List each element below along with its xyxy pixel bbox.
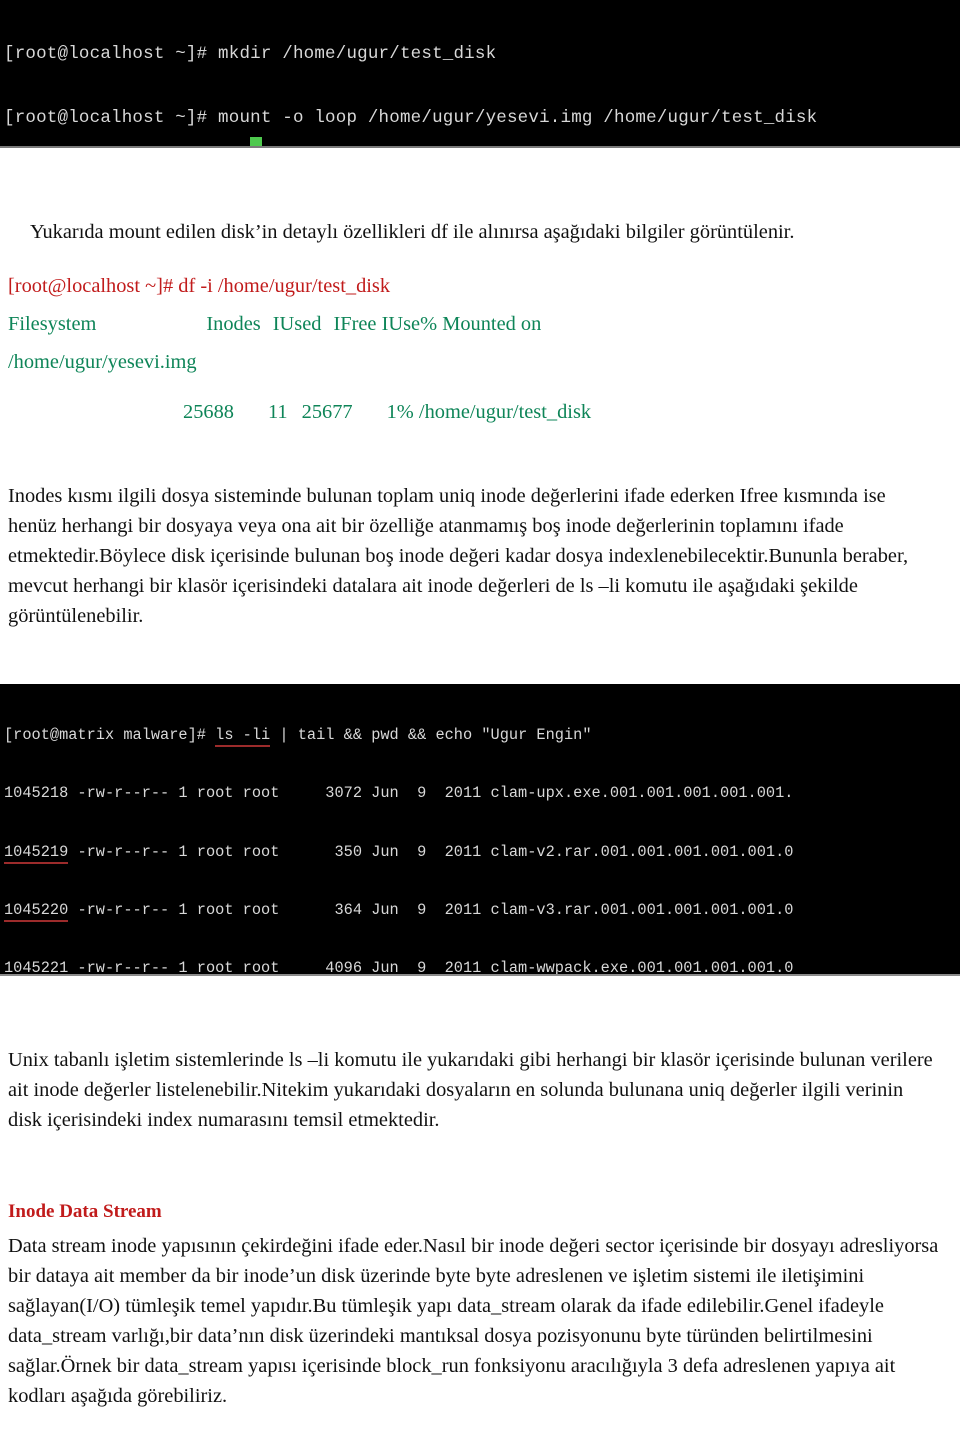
terminal-ls-command-rest: | tail && pwd && echo "Ugur Engin" (270, 726, 592, 744)
df-col-iusepct: IUse% (381, 313, 438, 336)
df-value-iusepct: 1% (386, 401, 414, 424)
paragraph-inodes-explanation: Inodes kısmı ilgili dosya sisteminde bul… (8, 485, 909, 628)
df-value-ifree: 25677 (301, 401, 353, 424)
terminal-df-line: [root@localhost ~]# mount -o loop /home/… (4, 107, 818, 128)
terminal-ls-row-text: -rw-r--r-- 1 root root 364 Jun 9 2011 cl… (68, 900, 794, 919)
command-line-df: [root@localhost ~]# df -i /home/ugur/tes… (8, 275, 391, 298)
terminal-screenshot-df: [root@localhost ~]# mkdir /home/ugur/tes… (0, 0, 960, 148)
terminal-ls-prompt: [root@matrix malware]# (4, 726, 216, 744)
df-value-inodes: 25688 (183, 401, 234, 424)
paragraph-data-stream: Data stream inode yapısının çekirdeğini … (8, 1235, 939, 1408)
df-col-filesystem: Filesystem (8, 313, 97, 336)
df-col-ifree: IFree (333, 313, 377, 336)
inode-number-underlined: 1045220 (4, 900, 69, 922)
terminal-ls-row: 1045220 -rw-r--r-- 1 root root 364 Jun 9… (4, 899, 960, 922)
df-value-mounted-on: /home/ugur/test_disk (418, 401, 592, 424)
terminal-ls-row-text: -rw-r--r-- 1 root root 350 Jun 9 2011 cl… (68, 842, 794, 861)
df-value-iused: 11 (267, 401, 288, 424)
df-col-inodes: Inodes (206, 313, 261, 336)
df-output-header: Filesystem Inodes IUsed IFree IUse% Mounted… (8, 310, 938, 340)
terminal-cursor-block (250, 137, 262, 146)
heading-inode-data-stream: Inode Data Stream (8, 1200, 162, 1222)
df-output-filesystem: /home/ugur/yesevi.img (8, 351, 197, 374)
terminal-ls-row-text: 1045221 -rw-r--r-- 1 root root 4096 Jun … (4, 959, 794, 976)
terminal-ls-prompt-line: [root@matrix malware]# ls -li | tail && … (4, 724, 960, 747)
terminal-ls-row: 1045221 -rw-r--r-- 1 root root 4096 Jun … (4, 957, 960, 976)
df-output-values: 25688 11 25677 1% /home/ugur/test_disk (8, 398, 938, 428)
paragraph-intro: Yukarıda mount edilen disk’in detaylı öz… (30, 221, 795, 244)
terminal-screenshot-ls: [root@matrix malware]# ls -li | tail && … (0, 684, 960, 976)
inode-number-underlined: 1045219 (4, 842, 69, 864)
df-col-iused: IUsed (272, 313, 322, 336)
terminal-ls-row: 1045219 -rw-r--r-- 1 root root 350 Jun 9… (4, 841, 960, 864)
terminal-ls-row-text: 1045218 -rw-r--r-- 1 root root 3072 Jun … (4, 784, 794, 803)
paragraph-unix-explanation: Unix tabanlı işletim sistemlerinde ls –l… (8, 1049, 933, 1132)
terminal-df-line: [root@localhost ~]# mkdir /home/ugur/tes… (4, 44, 497, 64)
df-col-mounted-on: Mounted on (442, 313, 542, 336)
terminal-ls-row: 1045218 -rw-r--r-- 1 root root 3072 Jun … (4, 782, 960, 804)
terminal-ls-command-underlined: ls -li (215, 726, 271, 747)
